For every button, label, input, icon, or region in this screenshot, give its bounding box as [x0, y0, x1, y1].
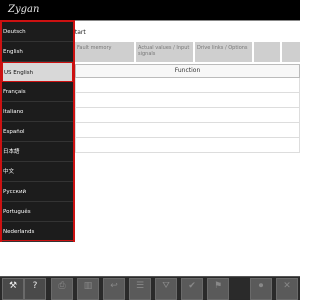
tools-icon: ⚒ [8, 281, 18, 291]
table-row[interactable] [75, 78, 300, 93]
language-item-nederlands[interactable]: Nederlands [2, 222, 73, 242]
record-button[interactable]: ⏺ [250, 278, 272, 300]
close-icon: ✕ [283, 281, 291, 291]
language-item-portugues[interactable]: Português [2, 202, 73, 222]
language-item-us-english[interactable]: US English [2, 62, 73, 82]
help-icon: ? [32, 281, 38, 291]
bottom-toolbar: ⚒ ? ⎙ ▥ ↩ ☰ ⛛ ✔ ⚑ ⏺ ✕ [0, 276, 300, 300]
brand-logo: Zygan [8, 4, 40, 15]
tools-button[interactable]: ⚒ [2, 278, 24, 300]
language-item-russian[interactable]: Русский [2, 182, 73, 202]
record-icon: ⏺ [258, 281, 264, 291]
table-row[interactable] [75, 93, 300, 108]
print-icon: ⎙ [58, 281, 66, 291]
tab-actual-values[interactable]: Actual values / Input signals [136, 42, 193, 62]
print-button[interactable]: ⎙ [51, 278, 73, 300]
language-item-chinese[interactable]: 中文 [2, 162, 73, 182]
back-icon: ↩ [110, 281, 118, 291]
check-button[interactable]: ✔ [181, 278, 203, 300]
function-table: Function [75, 64, 300, 153]
top-bar: Zygan [0, 0, 300, 20]
filter-button[interactable]: ⛛ [155, 278, 177, 300]
flag-button[interactable]: ⚑ [207, 278, 229, 300]
tab-drive-links[interactable]: Drive links / Options [195, 42, 252, 62]
table-row[interactable] [75, 123, 300, 138]
list-icon: ☰ [135, 281, 145, 291]
tab-5[interactable] [282, 42, 300, 62]
language-item-english[interactable]: English [2, 42, 73, 62]
tab-4[interactable] [254, 42, 280, 62]
language-item-francais[interactable]: Français [2, 82, 73, 102]
back-button[interactable]: ↩ [103, 278, 125, 300]
filter-icon: ⛛ [162, 281, 170, 291]
chart-icon: ▥ [83, 281, 93, 291]
table-header-function: Function [75, 64, 300, 78]
chart-button[interactable]: ▥ [77, 278, 99, 300]
flag-icon: ⚑ [213, 281, 223, 291]
language-menu: Deutsch English US English Français Ital… [0, 20, 75, 242]
table-row[interactable] [75, 138, 300, 153]
language-item-espanol[interactable]: Español [2, 122, 73, 142]
help-button[interactable]: ? [24, 278, 46, 300]
check-icon: ✔ [188, 281, 196, 291]
language-item-deutsch[interactable]: Deutsch [2, 22, 73, 42]
table-row[interactable] [75, 108, 300, 123]
language-item-italiano[interactable]: Italiano [2, 102, 73, 122]
list-button[interactable]: ☰ [129, 278, 151, 300]
language-item-japanese[interactable]: 日本語 [2, 142, 73, 162]
close-button[interactable]: ✕ [276, 278, 298, 300]
tab-fault-memory[interactable]: Fault memory [75, 42, 134, 62]
